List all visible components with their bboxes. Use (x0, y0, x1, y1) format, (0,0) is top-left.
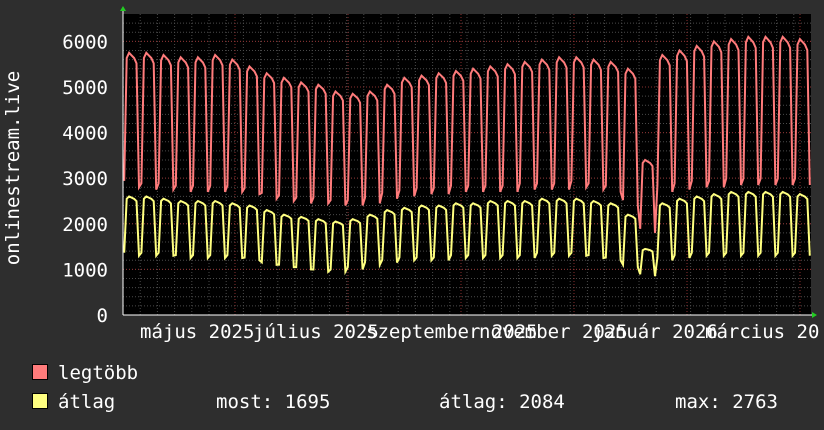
y-axis-tick-labels: 0 1000 2000 3000 4000 5000 6000 (62, 31, 108, 327)
stat-maximum: max: 2763 (675, 391, 778, 413)
y-tick-label: 1000 (62, 259, 108, 281)
x-tick-label: július 2025 (253, 321, 379, 343)
y-tick-label: 3000 (62, 168, 108, 190)
y-tick-label: 6000 (62, 31, 108, 53)
x-axis-arrow-icon (812, 312, 817, 318)
x-tick-label: március 20 (705, 321, 819, 343)
line-chart: 0 1000 2000 3000 4000 5000 6000 május 2025júli… (2, 6, 819, 343)
y-axis-arrow-icon (120, 6, 126, 11)
legend-item-max: legtöbb (32, 363, 138, 383)
legend-label-max: legtöbb (58, 362, 139, 384)
stat-now: most: 1695 (216, 391, 331, 413)
y-tick-label: 5000 (62, 77, 108, 99)
y-tick-label: 4000 (62, 123, 108, 145)
y-tick-label: 0 (97, 305, 108, 327)
y-axis-label: onlinestream.live (2, 71, 24, 265)
x-tick-label: január 2026 (592, 321, 718, 343)
y-tick-label: 2000 (62, 214, 108, 236)
legend-label-avg: átlag (58, 391, 116, 413)
x-axis-tick-labels: május 2025július 2025szeptember 2025nove… (140, 321, 819, 343)
legend-item-avg: átlag (32, 392, 115, 412)
legend-swatch-max (32, 364, 48, 380)
x-tick-label: május 2025 (140, 321, 254, 343)
legend-swatch-avg (32, 393, 48, 409)
grid-lines (123, 14, 811, 316)
stat-average: átlag: 2084 (439, 391, 565, 413)
